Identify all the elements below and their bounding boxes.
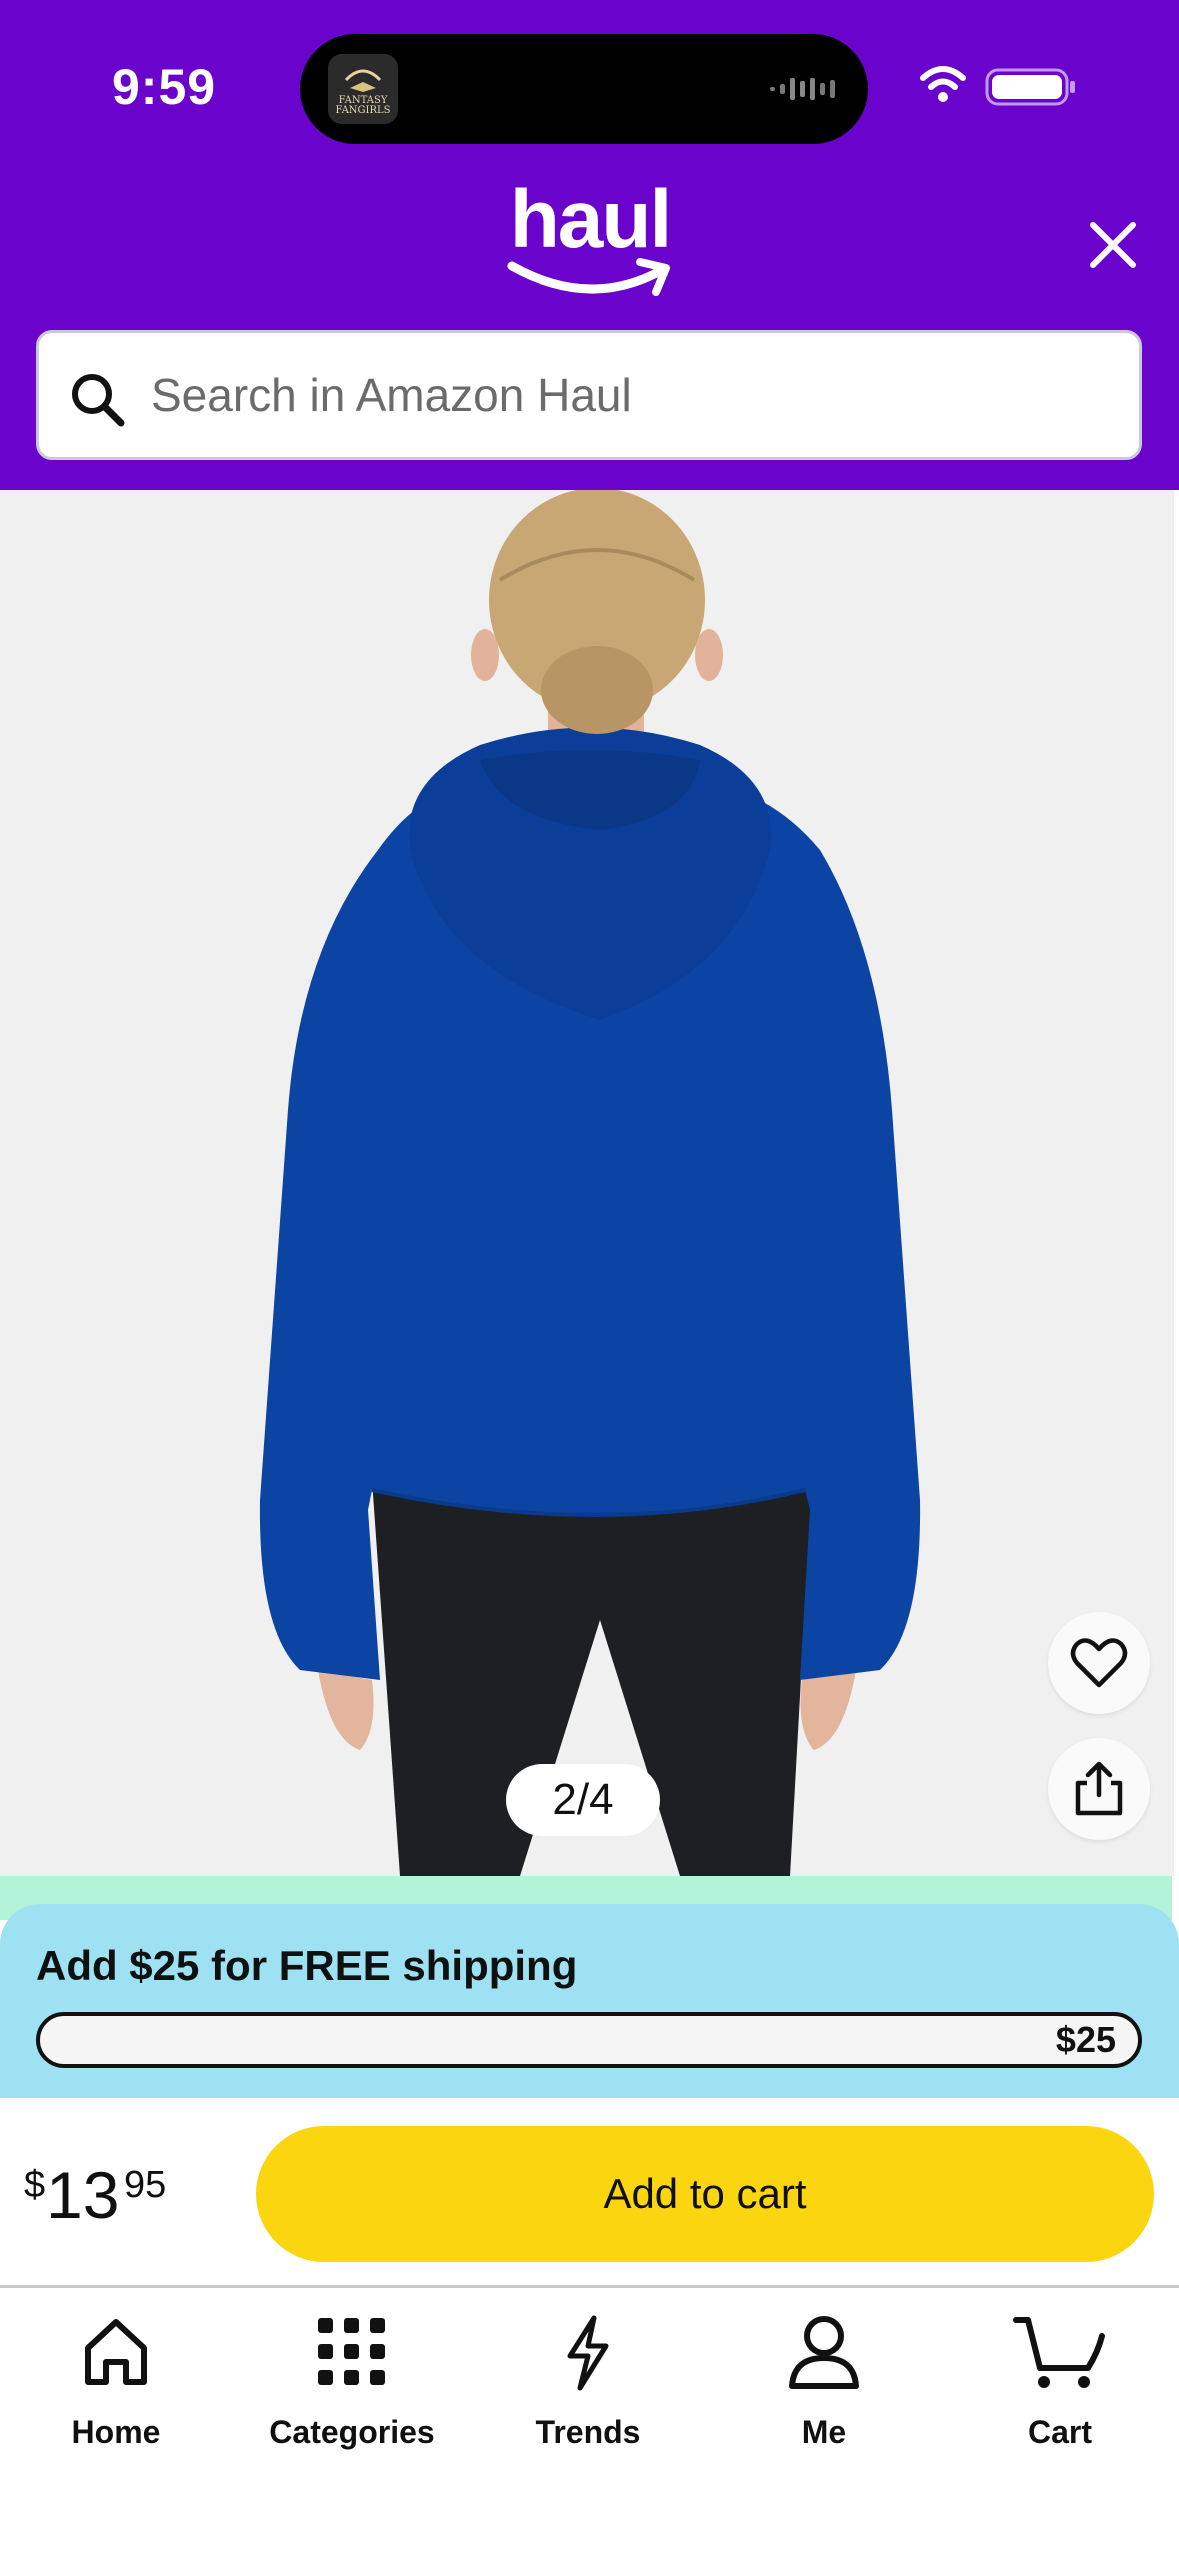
grid-icon — [318, 2318, 385, 2385]
search-input[interactable] — [151, 333, 1111, 457]
product-image — [259, 490, 921, 1876]
bottom-navigation: Home Categories Trends Me Cart — [0, 2290, 1179, 2556]
free-shipping-card[interactable]: Add $25 for FREE shipping $25 — [0, 1904, 1179, 2098]
purchase-bar: $ 13 95 Add to cart — [0, 2098, 1179, 2288]
smile-arrow-icon — [507, 258, 670, 296]
dynamic-island: FANTASY FANGIRLS — [300, 34, 868, 144]
nav-item-categories[interactable]: Categories — [252, 2312, 452, 2462]
cart-icon — [1013, 2317, 1105, 2388]
status-icons — [920, 66, 1075, 106]
price-fraction: 95 — [124, 2164, 167, 2206]
now-playing-app-icon[interactable]: FANTASY FANGIRLS — [328, 54, 398, 124]
nav-label-categories: Categories — [269, 2414, 435, 2450]
add-to-cart-button[interactable]: Add to cart — [256, 2126, 1154, 2262]
status-time: 9:59 — [112, 59, 217, 115]
nav-label-trends: Trends — [535, 2414, 641, 2450]
battery-icon — [985, 68, 1075, 106]
nav-label-cart: Cart — [1027, 2414, 1092, 2450]
nav-item-me[interactable]: Me — [724, 2312, 924, 2462]
home-icon — [85, 2319, 147, 2385]
wifi-icon — [920, 66, 966, 102]
audio-wave-icon — [770, 78, 835, 100]
nav-label-me: Me — [801, 2414, 847, 2450]
island-app-text: FANTASY FANGIRLS — [335, 95, 391, 116]
share-button[interactable] — [1048, 1738, 1150, 1840]
search-bar[interactable] — [36, 330, 1142, 460]
price-currency: $ — [24, 2164, 46, 2206]
wishlist-button[interactable] — [1048, 1612, 1150, 1714]
shipping-progress-bar: $25 — [36, 2012, 1142, 2068]
image-page-indicator: 2/4 — [506, 1764, 660, 1836]
lightning-icon — [567, 2315, 609, 2391]
price-whole: 13 — [46, 2158, 120, 2232]
share-icon — [1075, 1761, 1123, 1816]
search-icon — [72, 374, 125, 427]
free-shipping-title: Add $25 for FREE shipping — [36, 1942, 578, 1989]
nav-item-cart[interactable]: Cart — [960, 2312, 1160, 2462]
nav-item-trends[interactable]: Trends — [488, 2312, 688, 2462]
product-image-gallery[interactable]: 2/4 — [0, 490, 1174, 1876]
nav-item-home[interactable]: Home — [16, 2312, 216, 2462]
person-icon — [789, 2316, 859, 2389]
shipping-target-label: $25 — [1055, 2019, 1116, 2060]
heart-icon — [1070, 1638, 1128, 1688]
app-header: 9:59 FANTASY FANGIRLS haul Search in Ama… — [0, 0, 1179, 490]
close-icon[interactable] — [1080, 212, 1146, 278]
haul-logo[interactable]: haul — [490, 170, 690, 310]
nav-label-home: Home — [71, 2414, 161, 2450]
